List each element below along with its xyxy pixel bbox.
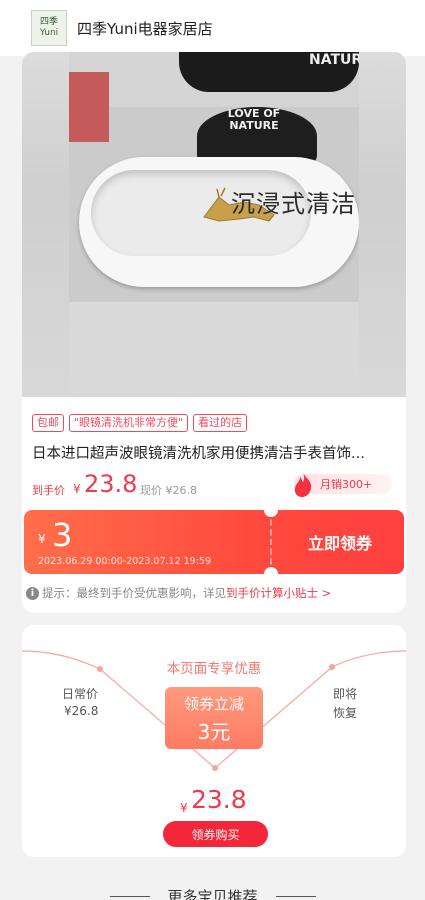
shop-logo[interactable]: 四季 Yuni [31, 10, 67, 46]
price-currency: ¥ [73, 482, 81, 496]
product-title[interactable]: 日本进口超声波眼镜清洗机家用便携清洁手表首饰... [32, 442, 396, 463]
red-box-decoration [69, 72, 109, 142]
more-recommendations-header: 更多宝贝推荐 [0, 884, 425, 900]
monthly-sales-text: 月销300+ [320, 478, 373, 491]
info-icon: i [26, 586, 39, 600]
claim-coupon-button[interactable]: 立即领券 [276, 510, 404, 574]
offer-currency: ¥ [180, 801, 188, 815]
discount-box: 领券立减 3元 [165, 687, 263, 749]
product-video[interactable]: NATUR LOVE OF NATURE 沉浸式清洁 [22, 52, 406, 397]
tag-free-shipping: 包邮 [32, 414, 64, 432]
final-price-label: 到手价 [32, 484, 65, 497]
product-card: NATUR LOVE OF NATURE 沉浸式清洁 包邮 "眼镜清洗机非常方便… [22, 52, 406, 613]
restore-label-line2: 恢复 [333, 706, 358, 720]
final-price: 23.8 [84, 470, 138, 498]
jar-label: LOVE OF NATURE [227, 107, 281, 132]
coupon-divider [270, 510, 272, 574]
coupon-banner[interactable]: ¥ 3 2023.06.29 00:00-2023.07.12 19:59 立即… [24, 510, 404, 574]
product-tags: 包邮 "眼镜清洗机非常方便" 看过的店 [32, 414, 248, 432]
coupon-validity: 2023.06.29 00:00-2023.07.12 19:59 [38, 556, 212, 567]
product-image: NATUR LOVE OF NATURE 沉浸式清洁 [69, 52, 359, 397]
exclusive-offer-card: 本页面专享优惠 日常价 ¥26.8 即将 恢复 领券立减 3元 ¥ 23.8 领… [22, 625, 406, 857]
regular-price: ¥26.8 [64, 704, 99, 718]
discount-amount: 3元 [197, 720, 231, 744]
coupon-amount: 3 [52, 516, 73, 554]
price-row: 到手价 ¥ 23.8 现价 ¥26.8 月销300+ [32, 470, 396, 500]
divider-right [276, 896, 316, 897]
jar-top-text: NATUR [309, 52, 359, 68]
video-overlay-text: 沉浸式清洁 [231, 190, 356, 218]
coupon-currency: ¥ [38, 532, 46, 546]
shop-header: 四季 Yuni 四季Yuni电器家居店 [0, 0, 425, 56]
price-calculation-link[interactable]: 到手价计算小贴士 > [226, 585, 331, 601]
tag-visited-shop: 看过的店 [193, 414, 248, 432]
restore-label-line1: 即将 [333, 687, 358, 701]
regular-price-label: 日常价 [62, 687, 99, 701]
shop-name[interactable]: 四季Yuni电器家居店 [77, 18, 213, 39]
table-surface [69, 302, 359, 397]
current-price: 现价 ¥26.8 [140, 484, 197, 497]
price-tip: i 提示：最终到手价受优惠影响，详见 到手价计算小贴士 > [26, 585, 331, 601]
offer-final-price: 23.8 [191, 785, 247, 814]
tip-text: 提示：最终到手价受优惠影响，详见 [42, 586, 226, 600]
exclusive-offer-label: 本页面专享优惠 [166, 661, 262, 677]
monthly-sales-badge: 月销300+ [294, 472, 392, 497]
tag-review: "眼镜清洗机非常方便" [69, 414, 189, 432]
claim-and-buy-button[interactable]: 领券购买 [163, 821, 268, 847]
more-recommendations-title: 更多宝贝推荐 [167, 888, 258, 900]
discount-label: 领券立减 [183, 695, 244, 713]
flame-icon [294, 472, 312, 497]
